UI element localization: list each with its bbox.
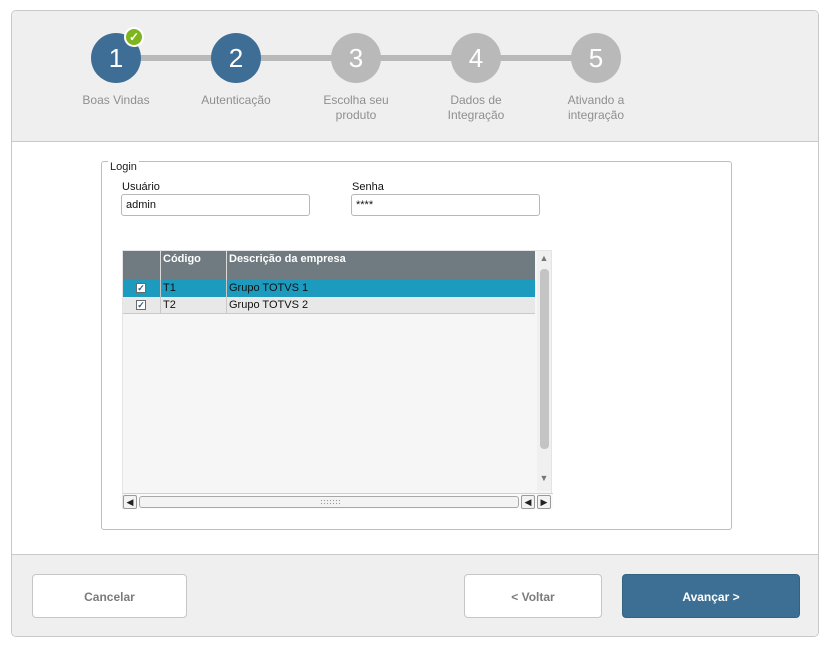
step-1-label: Boas Vindas [82, 93, 150, 107]
step-4-label: Dados de Integração [447, 93, 505, 122]
scroll-left-icon[interactable]: ◀ [123, 495, 137, 509]
scroll-left-end-icon[interactable]: ◀ [521, 495, 535, 509]
scroll-right-icon[interactable]: ▶ [537, 495, 551, 509]
horizontal-scroll-thumb[interactable] [139, 496, 519, 508]
step-3-label: Escolha seu produto [323, 93, 389, 122]
step-3-circle: 3 [331, 33, 381, 83]
step-connector [380, 55, 454, 61]
step-2-label: Autenticação [201, 93, 271, 107]
row-description: Grupo TOTVS 2 [229, 299, 309, 311]
table-row[interactable]: ✓ T2 Grupo TOTVS 2 [123, 297, 535, 314]
column-header-check[interactable] [123, 251, 161, 280]
grid-header: Código Descrição da empresa [123, 251, 535, 280]
user-label: Usuário [122, 181, 160, 193]
cancel-button[interactable]: Cancelar [32, 574, 187, 618]
row-code: T1 [161, 280, 227, 297]
step-connector [260, 55, 334, 61]
step-2-number: 2 [228, 43, 244, 73]
scroll-down-icon[interactable]: ▼ [537, 473, 551, 483]
password-label: Senha [352, 181, 384, 193]
back-button[interactable]: < Voltar [464, 574, 602, 618]
table-row[interactable]: ✓ T1 Grupo TOTVS 1 [123, 280, 535, 297]
row-code: T2 [161, 297, 227, 314]
step-4-circle: 4 [451, 33, 501, 83]
checkbox-checked-icon[interactable]: ✓ [136, 283, 146, 293]
checkmark-icon: ✓ [124, 27, 144, 47]
wizard-header: 1 ✓ 2 3 4 5 Boas Vindas Autenticação Esc… [12, 11, 818, 142]
row-check-cell[interactable]: ✓ [123, 297, 161, 314]
step-1-number: 1 [108, 43, 124, 73]
horizontal-scrollbar[interactable]: ◀ ◀ ▶ [123, 493, 553, 509]
vertical-scrollbar[interactable]: ▲ ▼ [537, 251, 551, 491]
row-check-cell[interactable]: ✓ [123, 280, 161, 297]
column-header-description[interactable]: Descrição da empresa [227, 251, 535, 280]
step-5-label: Ativando a integração [567, 93, 625, 122]
next-button[interactable]: Avançar > [622, 574, 800, 618]
step-5-number: 5 [588, 43, 604, 73]
company-grid: Código Descrição da empresa ✓ T1 Grupo T… [122, 250, 553, 509]
column-header-code[interactable]: Código [161, 251, 227, 280]
step-5-circle: 5 [571, 33, 621, 83]
user-input[interactable] [121, 194, 310, 216]
wizard-window: 1 ✓ 2 3 4 5 Boas Vindas Autenticação Esc… [11, 10, 819, 637]
grip-icon [320, 499, 340, 505]
checkbox-checked-icon[interactable]: ✓ [136, 300, 146, 310]
step-connector [140, 55, 214, 61]
row-description: Grupo TOTVS 1 [229, 282, 309, 294]
step-2-circle: 2 [211, 33, 261, 83]
login-legend: Login [108, 161, 139, 173]
vertical-scroll-thumb[interactable] [540, 269, 549, 449]
step-3-number: 3 [348, 43, 364, 73]
step-4-number: 4 [468, 43, 484, 73]
step-connector [500, 55, 574, 61]
password-input[interactable] [351, 194, 540, 216]
scroll-up-icon[interactable]: ▲ [537, 253, 551, 263]
